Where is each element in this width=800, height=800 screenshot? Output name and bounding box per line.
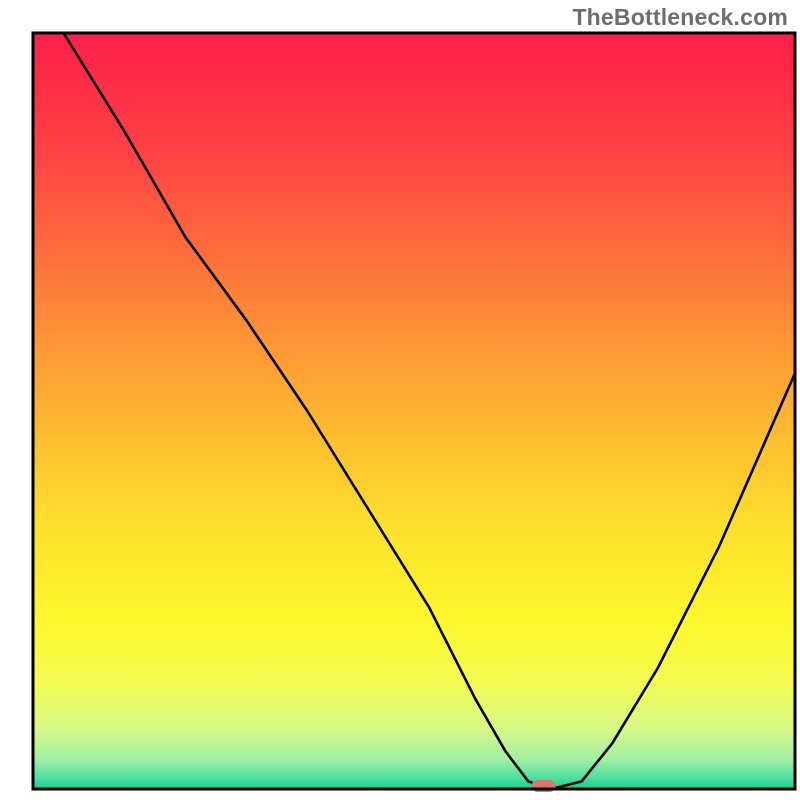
bottleneck-chart: TheBottleneck.com <box>0 0 800 800</box>
chart-svg <box>0 0 800 800</box>
gradient-background <box>33 33 795 789</box>
watermark-text: TheBottleneck.com <box>572 4 788 31</box>
